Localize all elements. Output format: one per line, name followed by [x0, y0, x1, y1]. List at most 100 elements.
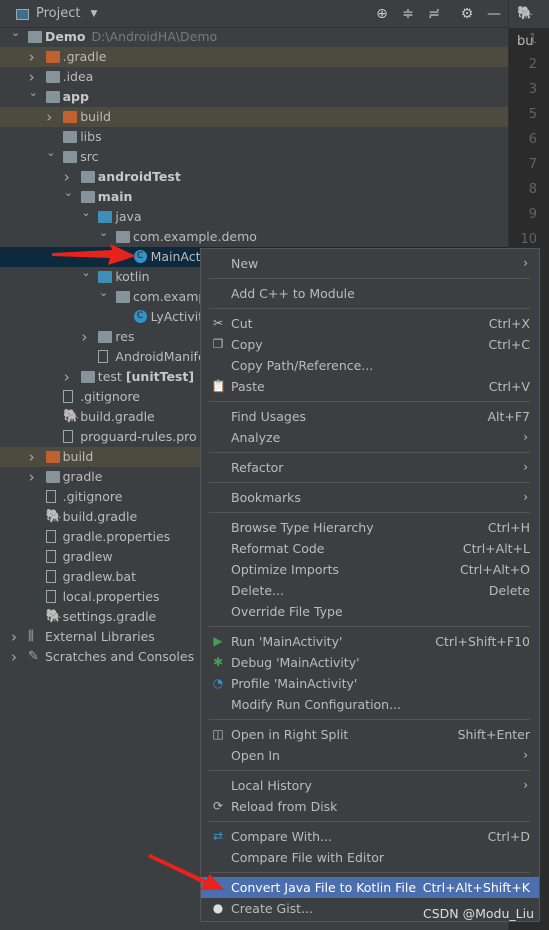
- expand-all-icon[interactable]: ≑: [399, 5, 417, 23]
- label: proguard-rules.pro: [80, 429, 197, 444]
- chevron-down-icon[interactable]: ⌄: [46, 143, 55, 163]
- chevron-right-icon: ›: [523, 778, 528, 792]
- chevron-down-icon[interactable]: ⌄: [81, 263, 90, 283]
- label: gradlew: [62, 549, 113, 564]
- menu-item-paste[interactable]: 📋 Paste Ctrl+V: [201, 376, 539, 397]
- chevron-down-icon[interactable]: ⌄: [99, 283, 108, 303]
- tree-item-label: app: [63, 87, 89, 107]
- minimize-icon[interactable]: —: [485, 5, 503, 23]
- menu-item-find-usages[interactable]: Find Usages Alt+F7: [201, 406, 539, 427]
- tree-item[interactable]: libs: [0, 127, 508, 147]
- menu-item-convert-java-file-to-kotlin-file[interactable]: Convert Java File to Kotlin File Ctrl+Alt…: [201, 877, 539, 898]
- file-icon: [63, 430, 74, 443]
- tree-item-label: local.properties: [63, 587, 160, 607]
- chevron-right-icon: ›: [523, 430, 528, 444]
- label: com.example.demo: [133, 229, 257, 244]
- menu-item-add-c-to-module[interactable]: Add C++ to Module: [201, 283, 539, 304]
- menu-item-copy-path-reference[interactable]: Copy Path/Reference...: [201, 355, 539, 376]
- menu-item-local-history[interactable]: Local History ›: [201, 775, 539, 796]
- menu-item-override-file-type[interactable]: Override File Type: [201, 601, 539, 622]
- tree-item[interactable]: ⌄ src: [0, 146, 508, 167]
- menu-separator: [201, 448, 539, 457]
- menu-item-compare-file-with-editor[interactable]: Compare File with Editor: [201, 847, 539, 868]
- project-icon: [16, 9, 29, 20]
- chevron-right-icon[interactable]: ›: [29, 447, 35, 467]
- menu-item-label: Analyze: [231, 430, 281, 445]
- menu-item-label: Local History: [231, 778, 312, 793]
- split-icon: ◫: [212, 727, 224, 741]
- tree-item[interactable]: ⌄ app: [0, 86, 508, 107]
- menu-item-refactor[interactable]: Refactor ›: [201, 457, 539, 478]
- tree-item-label: External Libraries: [45, 627, 155, 647]
- menu-item-browse-type-hierarchy[interactable]: Browse Type Hierarchy Ctrl+H: [201, 517, 539, 538]
- label: gradlew.bat: [62, 569, 136, 584]
- chevron-right-icon[interactable]: ›: [64, 367, 70, 387]
- tree-item[interactable]: › .idea: [0, 67, 508, 87]
- menu-item-optimize-imports[interactable]: Optimize Imports Ctrl+Alt+O: [201, 559, 539, 580]
- chevron-down-icon[interactable]: ⌄: [64, 183, 73, 203]
- menu-item-analyze[interactable]: Analyze ›: [201, 427, 539, 448]
- folder-icon: [63, 131, 78, 143]
- tree-item[interactable]: › .gradle: [0, 47, 508, 67]
- tree-item-label: settings.gradle: [63, 607, 157, 627]
- chevron-right-icon[interactable]: ›: [29, 47, 35, 67]
- menu-item-label: Compare File with Editor: [231, 850, 385, 865]
- chevron-right-icon[interactable]: ›: [81, 327, 87, 347]
- folder-icon: [45, 471, 60, 483]
- compare-icon: ⇄: [212, 829, 224, 843]
- copy-icon: ❐: [212, 337, 224, 351]
- label: External Libraries: [45, 629, 155, 644]
- menu-item-delete[interactable]: Delete... Delete: [201, 580, 539, 601]
- tree-item[interactable]: › androidTest: [0, 167, 508, 187]
- menu-item-label: Compare With...: [231, 829, 332, 844]
- menu-separator: [201, 868, 539, 877]
- menu-item-copy[interactable]: ❐ Copy Ctrl+C: [201, 334, 539, 355]
- file-icon: [45, 490, 56, 503]
- menu-item-new[interactable]: New ›: [201, 253, 539, 274]
- menu-item-bookmarks[interactable]: Bookmarks ›: [201, 487, 539, 508]
- menu-item-modify-run-configuration[interactable]: Modify Run Configuration...: [201, 694, 539, 715]
- menu-item-label: Reformat Code: [231, 541, 325, 556]
- line-number: 5: [528, 107, 537, 122]
- chevron-right-icon[interactable]: ›: [11, 627, 17, 647]
- menu-item-run-mainactivity[interactable]: ▶ Run 'MainActivity' Ctrl+Shift+F10: [201, 631, 539, 652]
- gradle-icon: 🐘: [45, 509, 62, 524]
- menu-item-label: Optimize Imports: [231, 562, 340, 577]
- menu-item-open-in[interactable]: Open In ›: [201, 745, 539, 766]
- tree-item[interactable]: ⌄ main: [0, 186, 508, 207]
- tree-item[interactable]: ⌄ Demo D:\AndroidHA\Demo: [0, 26, 508, 47]
- project-view-selector[interactable]: Project: [36, 6, 80, 21]
- tree-item[interactable]: › build: [0, 107, 508, 127]
- menu-item-shortcut: Ctrl+V: [488, 379, 530, 394]
- menu-separator: [201, 766, 539, 775]
- menu-separator: [201, 478, 539, 487]
- libraries-icon: ⫼: [28, 629, 34, 644]
- menu-item-compare-with[interactable]: ⇄ Compare With... Ctrl+D: [201, 826, 539, 847]
- menu-item-debug-mainactivity[interactable]: ✱ Debug 'MainActivity': [201, 652, 539, 673]
- menu-item-open-in-right-split[interactable]: ◫ Open in Right Split Shift+Enter: [201, 724, 539, 745]
- collapse-all-icon[interactable]: ≓: [425, 5, 443, 23]
- menu-item-profile-mainactivity[interactable]: ◔ Profile 'MainActivity': [201, 673, 539, 694]
- menu-item-label: Add C++ to Module: [231, 286, 355, 301]
- menu-item-reload-from-disk[interactable]: ⟳ Reload from Disk: [201, 796, 539, 817]
- editor-tab[interactable]: 🐘 bu: [509, 0, 549, 49]
- locate-icon[interactable]: ⊕: [373, 5, 391, 23]
- module-icon: [28, 31, 42, 43]
- chevron-down-icon[interactable]: ⌄: [11, 23, 20, 43]
- tree-item[interactable]: ⌄ java: [0, 206, 508, 227]
- gear-icon[interactable]: ⚙: [458, 5, 476, 23]
- chevron-right-icon[interactable]: ›: [29, 467, 35, 487]
- chevron-down-icon[interactable]: ⌄: [99, 223, 108, 243]
- script-icon: [45, 550, 56, 563]
- menu-item-cut[interactable]: ✂ Cut Ctrl+X: [201, 313, 539, 334]
- chevron-right-icon[interactable]: ›: [46, 107, 52, 127]
- chevron-down-icon[interactable]: ▼: [90, 9, 97, 19]
- line-number: 9: [528, 207, 537, 222]
- menu-item-label: Create Gist...: [231, 901, 314, 916]
- line-number: 10: [520, 232, 537, 247]
- context-menu: New › Add C++ to Module ✂ Cut Ctrl+X ❐ Copy Ctrl…: [200, 248, 540, 922]
- menu-item-reformat-code[interactable]: Reformat Code Ctrl+Alt+L: [201, 538, 539, 559]
- chevron-right-icon[interactable]: ›: [11, 647, 17, 667]
- chevron-down-icon[interactable]: ⌄: [29, 83, 38, 103]
- chevron-down-icon[interactable]: ⌄: [81, 203, 90, 223]
